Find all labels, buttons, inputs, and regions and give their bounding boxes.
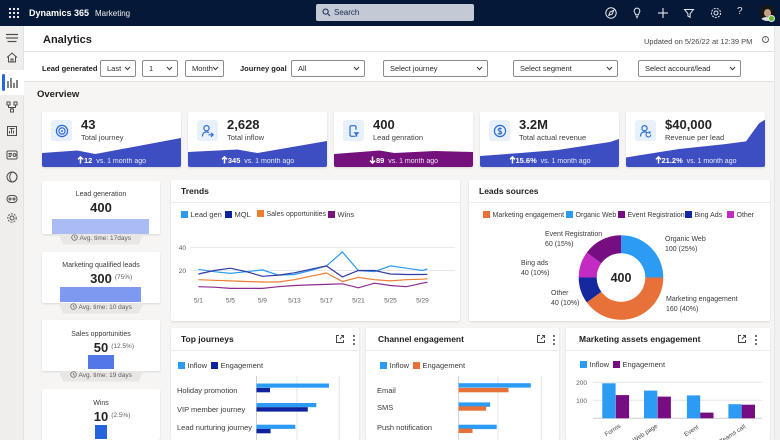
- svg-text:40 (10%): 40 (10%): [551, 300, 579, 307]
- svg-text:160 (40%): 160 (40%): [666, 306, 698, 313]
- svg-text:Other: Other: [551, 290, 569, 297]
- svg-text:20: 20: [179, 268, 187, 275]
- svg-text:5/13: 5/13: [288, 298, 301, 305]
- svg-text:Marketing engagement: Marketing engagement: [666, 296, 738, 303]
- svg-text:100: 100: [576, 398, 587, 405]
- svg-text:Teams call: Teams call: [719, 423, 747, 440]
- svg-text:Forms: Forms: [604, 423, 623, 438]
- svg-text:Event Registration: Event Registration: [545, 231, 602, 238]
- svg-text:400: 400: [611, 271, 632, 285]
- svg-text:40 (10%): 40 (10%): [521, 270, 549, 277]
- svg-text:5/29: 5/29: [416, 298, 429, 305]
- svg-text:5/1: 5/1: [194, 298, 203, 305]
- svg-text:100 (25%): 100 (25%): [665, 246, 697, 253]
- svg-text:40: 40: [179, 245, 187, 252]
- svg-text:Bing ads: Bing ads: [521, 260, 549, 267]
- svg-text:Event: Event: [683, 424, 700, 439]
- svg-text:60 (15%): 60 (15%): [545, 241, 573, 248]
- svg-text:Web page: Web page: [632, 423, 660, 440]
- svg-text:5/21: 5/21: [352, 298, 365, 305]
- svg-text:5/5: 5/5: [226, 298, 235, 305]
- svg-text:200: 200: [576, 380, 587, 387]
- svg-text:Organic Web: Organic Web: [665, 236, 706, 243]
- svg-text:5/9: 5/9: [258, 298, 267, 305]
- svg-text:5/25: 5/25: [384, 298, 397, 305]
- svg-text:5/17: 5/17: [320, 298, 333, 305]
